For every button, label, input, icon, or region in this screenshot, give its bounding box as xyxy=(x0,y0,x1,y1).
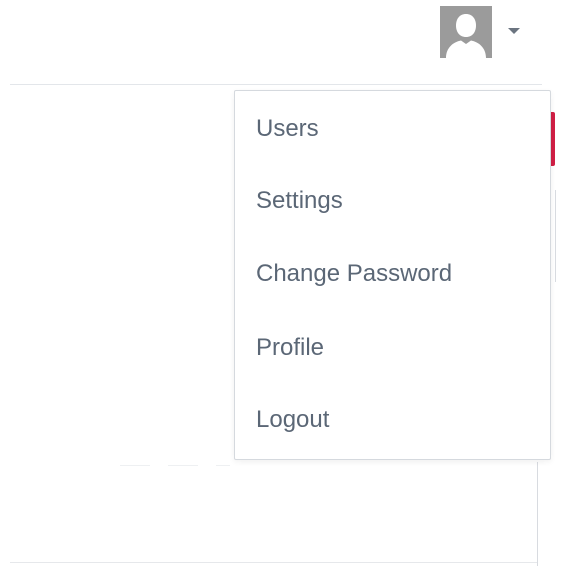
menu-item-label: Logout xyxy=(256,406,330,433)
menu-item-profile[interactable]: Profile xyxy=(235,316,550,380)
avatar[interactable] xyxy=(440,6,492,58)
menu-item-label: Change Password xyxy=(256,260,453,287)
user-menu-toggle[interactable] xyxy=(440,6,530,62)
background-panel-divider xyxy=(120,465,230,466)
user-dropdown-menu: Users Settings Change Password Profile L… xyxy=(234,90,551,460)
menu-item-label: Settings xyxy=(256,187,343,214)
user-silhouette-icon xyxy=(440,6,492,58)
caret-down-icon[interactable] xyxy=(508,28,520,34)
menu-item-change-password[interactable]: Change Password xyxy=(235,242,550,306)
background-panel-bottom-border xyxy=(10,562,537,563)
menu-item-label: Users xyxy=(256,115,319,142)
menu-item-settings[interactable]: Settings xyxy=(235,169,550,233)
menu-item-label: Profile xyxy=(256,334,325,361)
background-panel xyxy=(10,462,538,566)
menu-item-logout[interactable]: Logout xyxy=(235,388,550,452)
page: Users Settings Change Password Profile L… xyxy=(0,0,570,566)
header-divider xyxy=(10,84,542,85)
background-card-edge xyxy=(552,190,556,282)
menu-item-users[interactable]: Users xyxy=(235,97,550,161)
